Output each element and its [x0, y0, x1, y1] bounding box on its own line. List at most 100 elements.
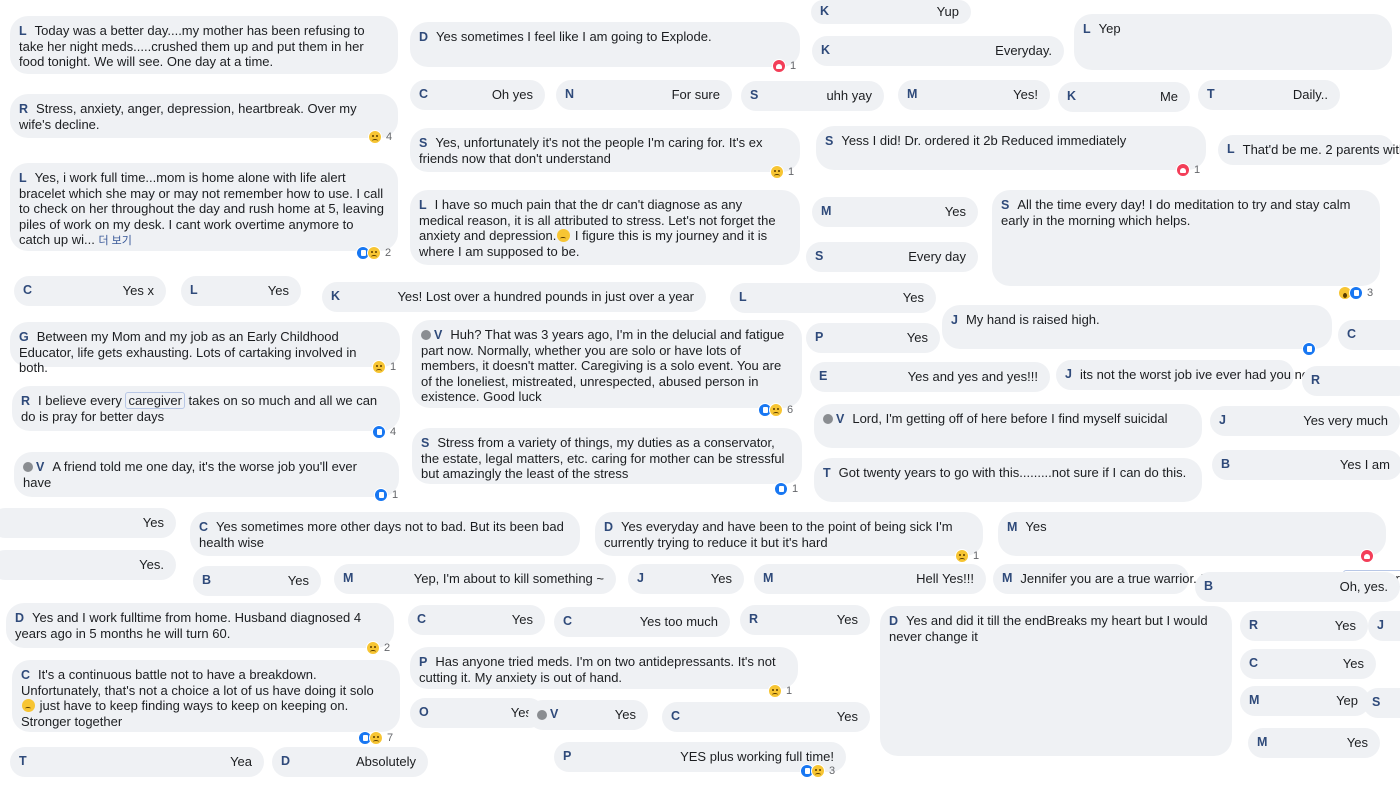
comment-text: Yes: [711, 571, 732, 586]
comment-bubble[interactable]: RI believe every caregiver takes on so m…: [12, 386, 400, 431]
comment-bubble[interactable]: S Yess I did! Dr. ordered it 2b Reduced i…: [816, 126, 1206, 170]
comment-bubble[interactable]: L Yep: [1074, 14, 1392, 70]
comment-bubble[interactable]: M Jennifer you are a true warrior. I have…: [993, 564, 1400, 594]
comment-bubble[interactable]: Suhh yay: [741, 81, 884, 111]
comment-bubble[interactable]: P Yes: [806, 323, 940, 353]
comment-bubble[interactable]: Yes.: [0, 550, 176, 580]
comment-bubble[interactable]: C Yes: [1240, 649, 1376, 679]
heart-icon: [1176, 163, 1190, 177]
reaction-summary[interactable]: 6: [758, 403, 793, 417]
comment-bubble[interactable]: S Stress from a variety of things, my dut…: [412, 428, 802, 484]
comment-bubble[interactable]: S All the time every day! I do meditation…: [992, 190, 1380, 286]
comment-bubble[interactable]: D Yes everyday and have been to the point…: [595, 512, 983, 556]
comment-bubble[interactable]: V Lord, I'm getting off of here before I …: [814, 404, 1202, 448]
comment-bubble[interactable]: B Oh, yes.: [1195, 572, 1400, 602]
comment-text: Lord, I'm getting off of here before I f…: [852, 411, 1167, 426]
comment-bubble[interactable]: G Between my Mom and my job as an Early C…: [10, 322, 400, 375]
author-initial: M: [1249, 693, 1260, 708]
comment-bubble[interactable]: D Absolutely: [272, 747, 428, 777]
reaction-summary[interactable]: 1: [770, 165, 794, 179]
comment-bubble[interactable]: J: [1368, 611, 1400, 641]
comment-bubble[interactable]: K Yes! Lost over a hundred pounds in just…: [322, 282, 706, 312]
comment-bubble[interactable]: M Yes!: [898, 80, 1050, 110]
reaction-summary[interactable]: 1: [774, 482, 798, 496]
comment-bubble[interactable]: M Yes: [1248, 728, 1380, 758]
comment-bubble[interactable]: R Yes: [1240, 611, 1368, 641]
comment-bubble[interactable]: C Yes x: [14, 276, 166, 306]
reaction-summary[interactable]: 4: [372, 425, 396, 439]
comment-bubble[interactable]: T Got twenty years to go with this.......…: [814, 458, 1202, 502]
comment-bubble[interactable]: R Yes: [740, 605, 870, 635]
comment-bubble[interactable]: T Daily..: [1198, 80, 1340, 110]
reaction-summary[interactable]: 1: [1176, 163, 1200, 177]
comment-bubble[interactable]: M Yep: [1240, 686, 1370, 716]
reaction-summary[interactable]: 3: [800, 764, 835, 778]
sad-emoji-icon: [22, 699, 35, 713]
comment-bubble[interactable]: N For sure: [556, 80, 732, 110]
comment-text-part: Yes: [614, 707, 636, 723]
comment-text: Yes, unfortunately it's not the people I…: [419, 135, 762, 166]
comment-bubble[interactable]: Yes: [0, 508, 176, 538]
comment-text: I have so much pain that the dr can't di…: [419, 197, 776, 259]
reaction-summary[interactable]: 1: [374, 488, 398, 502]
comment-text-part: Yes everyday and have been to the point …: [604, 519, 953, 551]
reaction-summary[interactable]: 3: [1338, 286, 1373, 300]
comment-bubble[interactable]: L Today was a better day....my mother has…: [10, 16, 398, 74]
reaction-summary[interactable]: 2: [366, 641, 390, 655]
see-more-link[interactable]: 더 보기: [99, 235, 132, 247]
comment-bubble[interactable]: C Yes too much: [554, 607, 730, 637]
reaction-summary[interactable]: [1360, 549, 1374, 563]
comment-bubble[interactable]: V Yes: [528, 700, 648, 730]
comment-bubble[interactable]: E Yes and yes and yes!!!: [810, 362, 1050, 392]
comment-bubble[interactable]: K Me: [1058, 82, 1190, 112]
reaction-summary[interactable]: 1: [955, 549, 979, 563]
comment-bubble[interactable]: VA friend told me one day, it's the wors…: [14, 452, 399, 497]
comment-bubble[interactable]: Jits not the worst job ive ever had you …: [1056, 360, 1383, 390]
comment-bubble[interactable]: J Yes: [628, 564, 744, 594]
comment-bubble[interactable]: K Everyday.: [812, 36, 1064, 66]
comment-bubble[interactable]: C Oh yes: [410, 80, 545, 110]
comment-text-part: That'd be me. 2 parents with dementia, o…: [1242, 142, 1400, 158]
comment-bubble[interactable]: C It's a continuous battle not to have a …: [12, 660, 400, 732]
comment-bubble[interactable]: K Yup: [811, 0, 971, 24]
comment-bubble[interactable]: R Stress, anxiety, anger, depression, hea…: [10, 94, 398, 138]
comment-bubble[interactable]: D Yes and did it till the endBreaks my he…: [880, 606, 1232, 756]
comment-bubble[interactable]: R: [1302, 366, 1400, 396]
comment-bubble[interactable]: L Yes, i work full time...mom is home alo…: [10, 163, 398, 251]
comment-bubble[interactable]: S Yes, unfortunately it's not the people …: [410, 128, 800, 172]
reaction-summary[interactable]: 1: [768, 684, 792, 698]
comment-bubble[interactable]: LI have so much pain that the dr can't d…: [410, 190, 800, 265]
reaction-summary[interactable]: 4: [368, 130, 392, 144]
comment-bubble[interactable]: M Yes: [998, 512, 1386, 556]
comment-bubble[interactable]: T Yea: [10, 747, 264, 777]
comment-bubble[interactable]: S Every day: [806, 242, 978, 272]
comment-bubble[interactable]: O Yes: [410, 698, 544, 728]
comment-bubble[interactable]: M Yep, I'm about to kill something ~: [334, 564, 616, 594]
reaction-summary[interactable]: 1: [772, 59, 796, 73]
comment-bubble[interactable]: L That'd be me. 2 parents with dementia, …: [1218, 135, 1400, 165]
comment-bubble[interactable]: M Yes: [812, 197, 978, 227]
reaction-count: 7: [387, 732, 394, 744]
comment-bubble[interactable]: V Huh? That was 3 years ago, I'm in the d…: [412, 320, 802, 408]
reaction-summary[interactable]: 2: [356, 246, 391, 260]
comment-bubble[interactable]: D Yes and I work fulltime from home. Husb…: [6, 603, 394, 648]
comment-bubble[interactable]: C Yes: [662, 702, 870, 732]
comment-bubble[interactable]: S: [1363, 688, 1400, 718]
reaction-summary[interactable]: 7: [358, 731, 393, 745]
comment-bubble[interactable]: J My hand is raised high.: [942, 305, 1332, 349]
comment-bubble[interactable]: L Yes: [181, 276, 301, 306]
comment-bubble[interactable]: B Yes: [193, 566, 321, 596]
comment-bubble[interactable]: J Yes very much: [1210, 406, 1400, 436]
comment-text-part: A friend told me one day, it's the worse…: [23, 459, 357, 491]
comment-bubble[interactable]: P Has anyone tried meds. I'm on two antid…: [410, 647, 798, 689]
comment-bubble[interactable]: M Hell Yes!!!: [754, 564, 986, 594]
comment-text-part: Yes: [710, 571, 732, 587]
comment-bubble[interactable]: L Yes: [730, 283, 936, 313]
comment-bubble[interactable]: D Yes sometimes I feel like I am going to…: [410, 22, 800, 67]
comment-bubble[interactable]: C: [1338, 320, 1400, 350]
reaction-summary[interactable]: [1302, 342, 1316, 356]
comment-bubble[interactable]: C Yes sometimes more other days not to ba…: [190, 512, 580, 556]
reaction-summary[interactable]: 1: [372, 360, 396, 374]
comment-bubble[interactable]: B Yes I am: [1212, 450, 1400, 480]
comment-bubble[interactable]: C Yes: [408, 605, 545, 635]
